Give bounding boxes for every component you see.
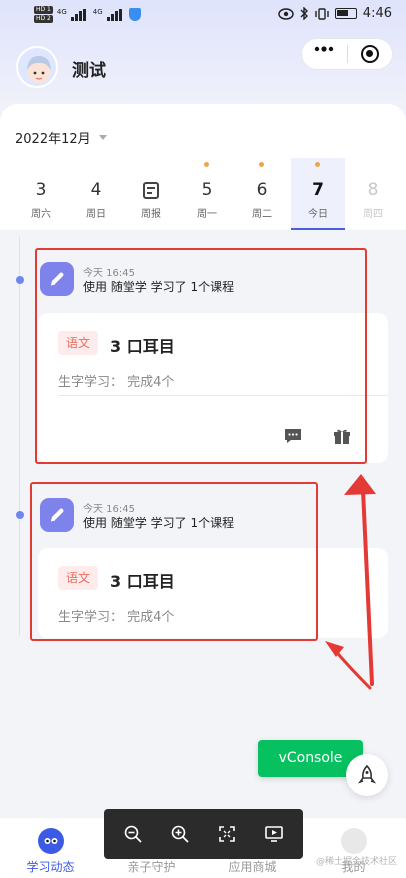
tab-label: 学习动态 [26,860,75,874]
zoom-in-icon [171,825,189,843]
present-icon [264,826,283,842]
rocket-icon [358,765,376,784]
zoom-out-icon [125,825,143,843]
tab-label: 应用商城 [228,860,277,874]
fit-screen-icon [219,826,235,842]
watermark: @稀土掘金技术社区 [316,857,398,867]
tab-label: 亲子守护 [127,860,176,874]
tab-learning-feed[interactable]: 学习动态 [0,818,101,878]
annotation-arrow-up [344,474,376,686]
zoom-out-button[interactable] [120,821,146,847]
zoom-in-button[interactable] [167,821,193,847]
zoom-toolbar [104,809,303,859]
rocket-button[interactable] [346,754,388,796]
tab-profile[interactable]: 我的 [303,818,404,878]
present-button[interactable] [261,821,287,847]
annotation-arrow-left [325,641,372,690]
learning-feed-icon [38,828,64,854]
profile-icon [341,828,367,854]
fit-screen-button[interactable] [214,821,240,847]
